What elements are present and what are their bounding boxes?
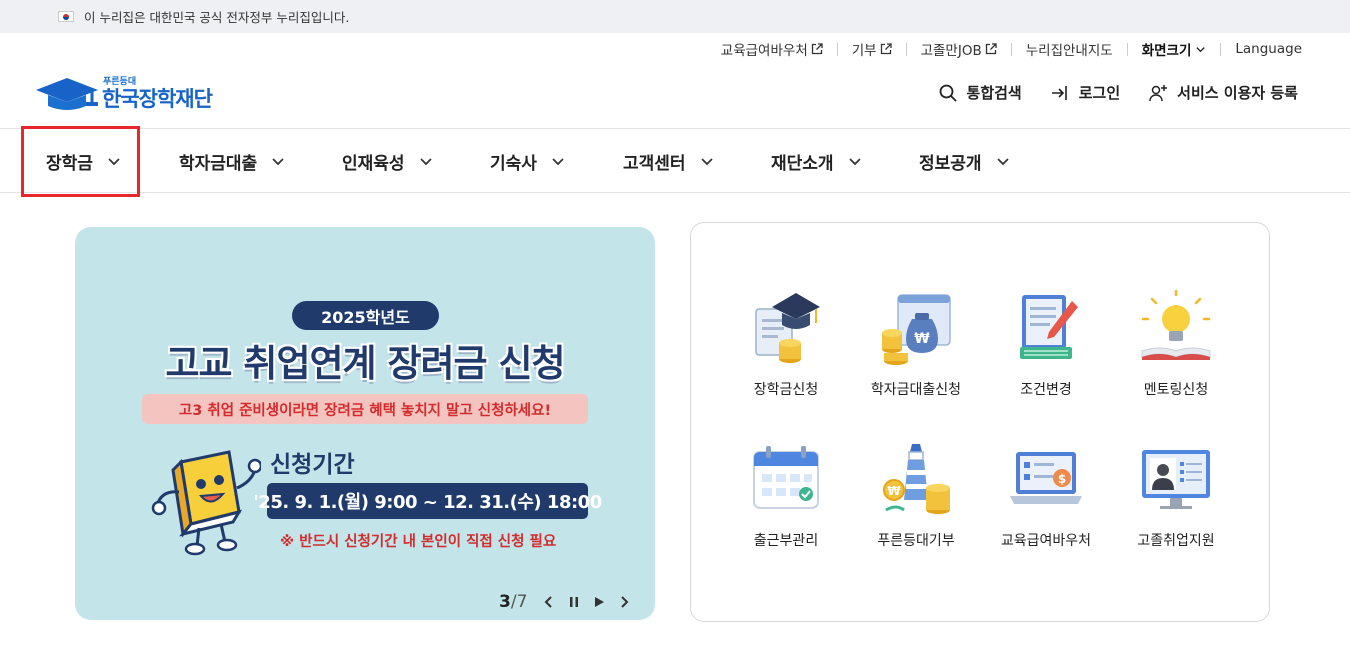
logo-tagline: 푸른등대 [103,77,137,87]
job-link[interactable]: 고졸만JOB [921,39,997,59]
utility-bar: 교육급여바우처 기부 고졸만JOB 누리집안내지도 화면크기 Language [721,39,1302,59]
main-navigation: 장학금 학자금대출 인재육성 기숙사 고객센터 재단소개 정보공개 [0,128,1350,193]
quick-education-voucher[interactable]: $ 교육급여바우처 [981,438,1111,550]
divider [1010,42,1012,56]
gov-banner-text: 이 누리집은 대한민국 공식 전자정부 누리집입니다. [84,10,350,25]
banner-pause-button[interactable] [566,594,582,610]
lightbulb-book-icon [1141,289,1211,360]
nav-scholarship[interactable]: 장학금 [46,129,121,193]
banner-next-button[interactable] [616,594,632,610]
banner-note: ※ 반드시 신청기간 내 본인이 직접 신청 필요 [280,534,557,550]
pause-icon [570,597,579,607]
banner-pager: 3/7 [499,592,528,612]
voucher-link[interactable]: 교육급여바우처 [721,39,823,59]
banner-period-label: 신청기간 [270,452,355,478]
language-link[interactable]: Language [1235,41,1302,57]
lighthouse-coins-icon: ₩ [883,444,950,514]
external-link-icon [811,43,823,55]
graduation-cap-icon [755,293,820,363]
quick-condition-change[interactable]: 조건변경 [981,287,1111,399]
nav-customer-center[interactable]: 고객센터 [623,129,714,193]
external-link-icon [985,43,997,55]
quick-attendance[interactable]: 출근부관리 [721,438,851,550]
banner-controls: 3/7 [499,592,641,612]
voucher-laptop-icon: $ [1010,452,1082,504]
search-icon [939,84,957,102]
logo-name: 한국장학재단 [102,87,213,111]
main-banner[interactable]: 2025학년도 고교 취업연계 장려금 신청 고3 취업 준비생이라면 장려금 … [75,227,655,620]
header-actions: 통합검색 로그인 서비스 이용자 등록 [938,82,1298,103]
job-profile-icon [1142,450,1210,509]
quick-menu: 장학금신청 ₩ 학자금대출신청 조건변경 멘토링신청 출근부관리 ₩ 푸른등대기… [690,222,1270,622]
banner-year-badge: 2025학년도 [292,301,439,330]
chevron-down-icon [848,158,861,166]
login-button[interactable]: 로그인 [1050,82,1120,103]
donate-link[interactable]: 기부 [852,39,892,59]
banner-period: '25. 9. 1.(월) 9:00 ~ 12. 31.(수) 18:00 [253,483,602,519]
svg-text:₩: ₩ [914,331,930,347]
banner-prev-button[interactable] [541,594,557,610]
divider [905,42,907,56]
graduation-cap-logo-icon [36,78,98,110]
book-mascot-icon [151,450,261,556]
money-bag-icon: ₩ [882,294,951,365]
quick-lighthouse-donation[interactable]: ₩ 푸른등대기부 [851,438,981,550]
chevron-down-icon [108,158,120,166]
chevron-down-icon [996,158,1009,166]
nav-about[interactable]: 재단소개 [771,129,862,193]
nav-talent[interactable]: 인재육성 [342,129,433,193]
calendar-icon [753,446,819,509]
banner-subtitle: 고3 취업 준비생이라면 장려금 혜택 놓치지 말고 신청하세요! [142,394,588,424]
chevron-down-icon [419,158,432,166]
play-icon [595,597,605,607]
svg-text:$: $ [1058,472,1066,486]
font-size-dropdown[interactable]: 화면크기 [1142,39,1207,59]
chevron-right-icon [621,596,629,608]
chevron-down-icon [552,158,564,166]
divider [1220,42,1222,56]
chevron-down-icon [1196,46,1206,52]
banner-title: 고교 취업연계 장려금 신청 [165,342,565,385]
quick-scholarship-apply[interactable]: 장학금신청 [721,287,851,399]
nav-disclosure[interactable]: 정보공개 [919,129,1010,193]
chevron-down-icon [700,158,713,166]
quick-mentoring-apply[interactable]: 멘토링신청 [1111,287,1241,399]
banner-play-button[interactable] [591,594,607,610]
document-edit-icon [1020,295,1078,359]
external-link-icon [880,43,892,55]
gov-banner: 이 누리집은 대한민국 공식 전자정부 누리집입니다. [0,0,1350,33]
svg-text:₩: ₩ [887,484,901,498]
quick-loan-apply[interactable]: ₩ 학자금대출신청 [851,287,981,399]
login-icon [1051,85,1067,100]
sitemap-link[interactable]: 누리집안내지도 [1026,39,1113,59]
korea-flag-icon [58,11,74,22]
nav-dormitory[interactable]: 기숙사 [490,129,565,193]
chevron-down-icon [272,158,284,166]
user-add-icon [1149,84,1168,101]
quick-job-support[interactable]: 고졸취업지원 [1111,438,1241,550]
nav-student-loan[interactable]: 학자금대출 [179,129,285,193]
chevron-left-icon [544,596,553,608]
register-button[interactable]: 서비스 이용자 등록 [1148,82,1298,103]
divider [1126,42,1128,56]
site-logo[interactable]: 푸른등대 한국장학재단 [34,74,213,114]
divider [836,42,838,56]
search-button[interactable]: 통합검색 [938,82,1022,103]
